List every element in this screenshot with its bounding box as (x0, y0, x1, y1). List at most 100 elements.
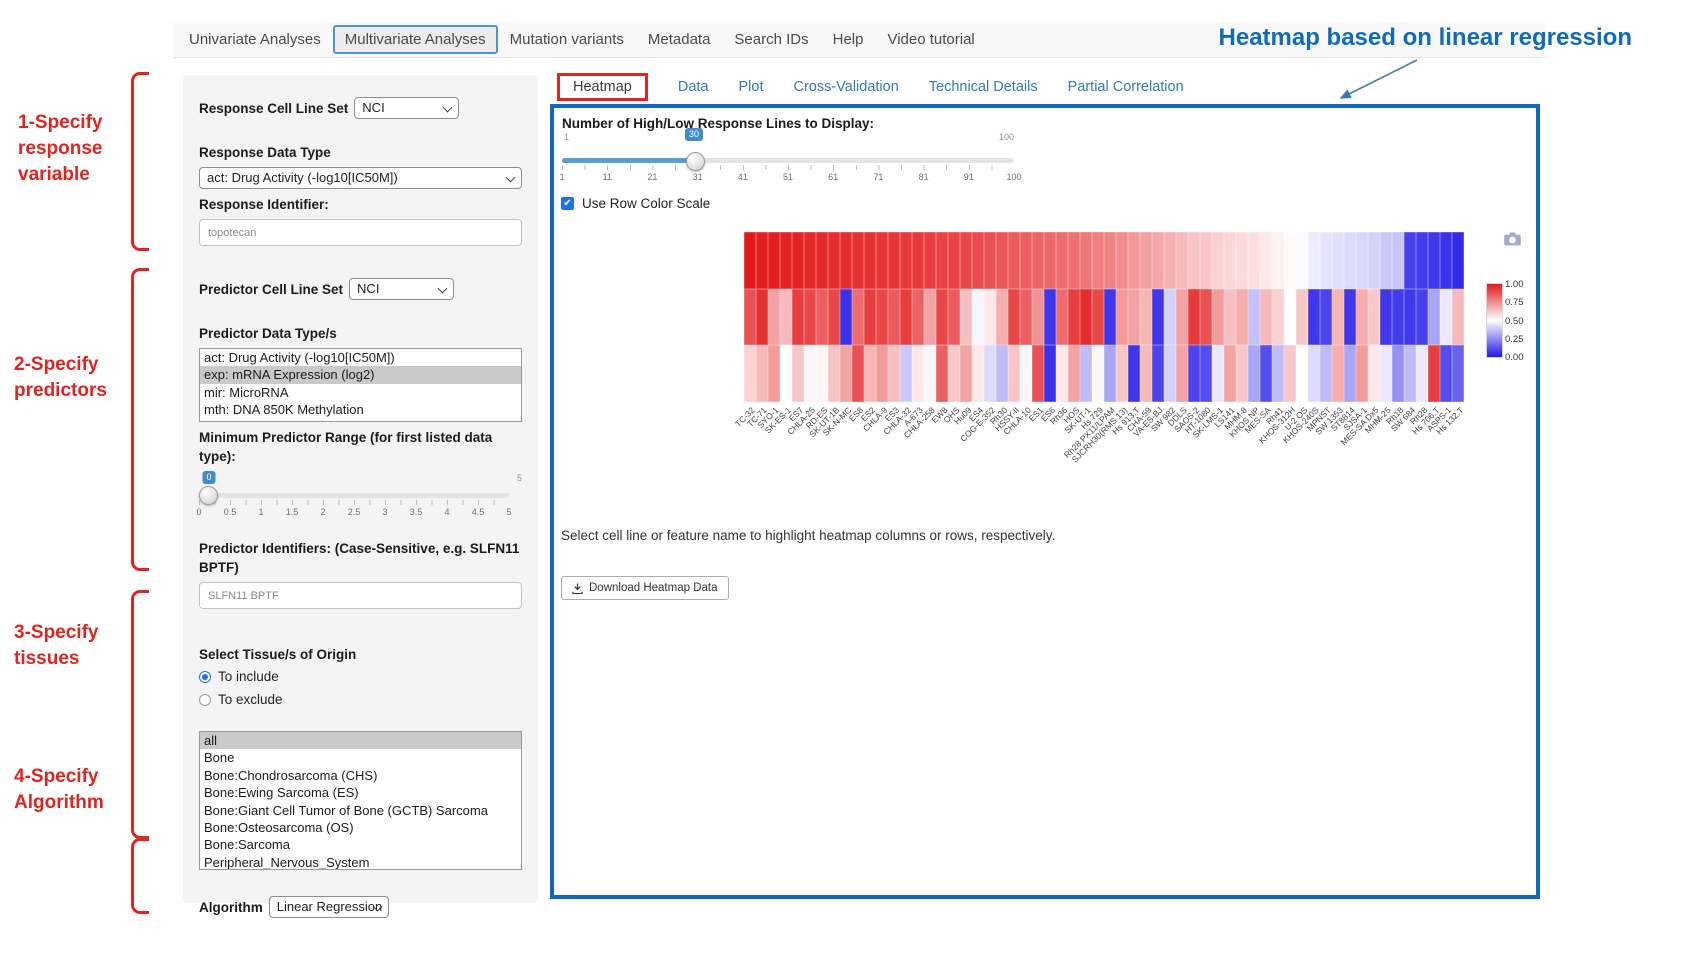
heatmap-cell[interactable] (1344, 232, 1356, 289)
heatmap-cell[interactable] (1440, 345, 1452, 402)
heatmap-cell[interactable] (984, 289, 996, 345)
heatmap-cell[interactable] (1248, 345, 1260, 402)
heatmap-cell[interactable] (1224, 232, 1236, 289)
heatmap-cell[interactable] (936, 345, 948, 402)
heatmap-cell[interactable] (936, 232, 948, 289)
heatmap-cell[interactable] (924, 289, 936, 345)
heatmap-cell[interactable] (1092, 345, 1104, 402)
heatmap-cell[interactable] (744, 345, 756, 402)
heatmap-cell[interactable] (1116, 345, 1128, 402)
heatmap-cell[interactable] (744, 289, 756, 345)
heatmap-cell[interactable] (1092, 289, 1104, 345)
heatmap-cell[interactable] (1056, 232, 1068, 289)
nav-tab-metadata[interactable]: Metadata (636, 25, 723, 54)
heatmap-cell[interactable] (1416, 345, 1428, 402)
heatmap-cell[interactable] (1380, 345, 1392, 402)
predictor-cell-line-set-select[interactable]: NCI (349, 278, 454, 300)
heatmap-cell[interactable] (1080, 345, 1092, 402)
heatmap-cell[interactable] (1416, 289, 1428, 345)
heatmap-cell[interactable] (1044, 345, 1056, 402)
heatmap-cell[interactable] (1380, 289, 1392, 345)
heatmap-cell[interactable] (1296, 289, 1308, 345)
tab-heatmap[interactable]: Heatmap (557, 73, 648, 101)
heatmap-cell[interactable] (900, 345, 912, 402)
nav-tab-univariate[interactable]: Univariate Analyses (177, 25, 333, 54)
heatmap-cell[interactable] (864, 345, 876, 402)
heatmap-cell[interactable] (888, 232, 900, 289)
heatmap-cell[interactable] (840, 289, 852, 345)
heatmap-cell[interactable] (1260, 289, 1272, 345)
predictor-data-type-option[interactable]: mir: MicroRNA (200, 384, 521, 401)
nav-tab-search-ids[interactable]: Search IDs (722, 25, 820, 54)
heatmap-cell[interactable] (972, 289, 984, 345)
heatmap-cell[interactable] (1176, 289, 1188, 345)
heatmap-cell[interactable] (1068, 345, 1080, 402)
heatmap-cell[interactable] (876, 232, 888, 289)
heatmap-cell[interactable] (996, 232, 1008, 289)
heatmap-cell[interactable] (960, 232, 972, 289)
heatmap-cell[interactable] (1188, 232, 1200, 289)
heatmap-cell[interactable] (1356, 289, 1368, 345)
heatmap-cell[interactable] (1116, 232, 1128, 289)
heatmap-cell[interactable] (816, 289, 828, 345)
tab-cross-validation[interactable]: Cross-Validation (793, 79, 898, 95)
heatmap-cell[interactable] (852, 232, 864, 289)
heatmap-cell[interactable] (756, 345, 768, 402)
heatmap-cell[interactable] (1116, 289, 1128, 345)
heatmap-cell[interactable] (1212, 345, 1224, 402)
heatmap-cell[interactable] (1356, 345, 1368, 402)
heatmap-cell[interactable] (1020, 289, 1032, 345)
heatmap-cell[interactable] (1296, 345, 1308, 402)
heatmap-cell[interactable] (768, 345, 780, 402)
heatmap-cell[interactable] (1416, 232, 1428, 289)
heatmap-cell[interactable] (1212, 232, 1224, 289)
heatmap-cell[interactable] (960, 289, 972, 345)
heatmap-cell[interactable] (1344, 345, 1356, 402)
predictor-data-type-option[interactable]: exp: mRNA Expression (log2) (200, 366, 521, 383)
heatmap-cell[interactable] (1032, 345, 1044, 402)
heatmap-cell[interactable] (1020, 345, 1032, 402)
heatmap-cell[interactable] (1392, 289, 1404, 345)
tab-plot[interactable]: Plot (738, 79, 763, 95)
heatmap-cell[interactable] (1344, 289, 1356, 345)
heatmap-cell[interactable] (924, 232, 936, 289)
heatmap-cell[interactable] (948, 345, 960, 402)
slider-track[interactable] (199, 493, 509, 498)
tab-data[interactable]: Data (678, 79, 709, 95)
heatmap-cell[interactable] (804, 345, 816, 402)
heatmap-cell[interactable] (972, 345, 984, 402)
heatmap-cell[interactable] (1200, 289, 1212, 345)
heatmap-cell[interactable] (900, 232, 912, 289)
tissue-option[interactable]: Bone (200, 749, 521, 766)
heatmap-cell[interactable] (1356, 232, 1368, 289)
heatmap-cell[interactable] (1092, 232, 1104, 289)
heatmap-cell[interactable] (1320, 345, 1332, 402)
heatmap-cell[interactable] (816, 345, 828, 402)
heatmap-cell[interactable] (1428, 345, 1440, 402)
heatmap-cell[interactable] (780, 289, 792, 345)
heatmap-cell[interactable] (984, 232, 996, 289)
heatmap-cell[interactable] (1164, 232, 1176, 289)
heatmap-cell[interactable] (1176, 232, 1188, 289)
predictor-identifiers-input[interactable] (199, 582, 522, 609)
heatmap-cell[interactable] (1044, 232, 1056, 289)
heatmap-cell[interactable] (1068, 232, 1080, 289)
heatmap-cell[interactable] (1260, 232, 1272, 289)
heatmap-cell[interactable] (840, 232, 852, 289)
heatmap-cell[interactable] (876, 345, 888, 402)
lines-slider[interactable]: 1 100 30 1112131415161718191100 (562, 120, 1014, 186)
response-identifier-input[interactable] (199, 219, 522, 246)
heatmap-cell[interactable] (864, 289, 876, 345)
heatmap-cell[interactable] (1140, 289, 1152, 345)
heatmap-cell[interactable] (996, 289, 1008, 345)
heatmap-cell[interactable] (1428, 232, 1440, 289)
heatmap-cell[interactable] (1404, 345, 1416, 402)
tab-partial-correlation[interactable]: Partial Correlation (1068, 79, 1184, 95)
heatmap-cell[interactable] (780, 345, 792, 402)
heatmap-cell[interactable] (1008, 345, 1020, 402)
heatmap-cell[interactable] (1380, 232, 1392, 289)
heatmap-cell[interactable] (1452, 345, 1464, 402)
heatmap-cell[interactable] (1212, 289, 1224, 345)
tissue-include-radio-row[interactable]: To include (199, 669, 522, 684)
tissue-option[interactable]: all (200, 732, 521, 749)
